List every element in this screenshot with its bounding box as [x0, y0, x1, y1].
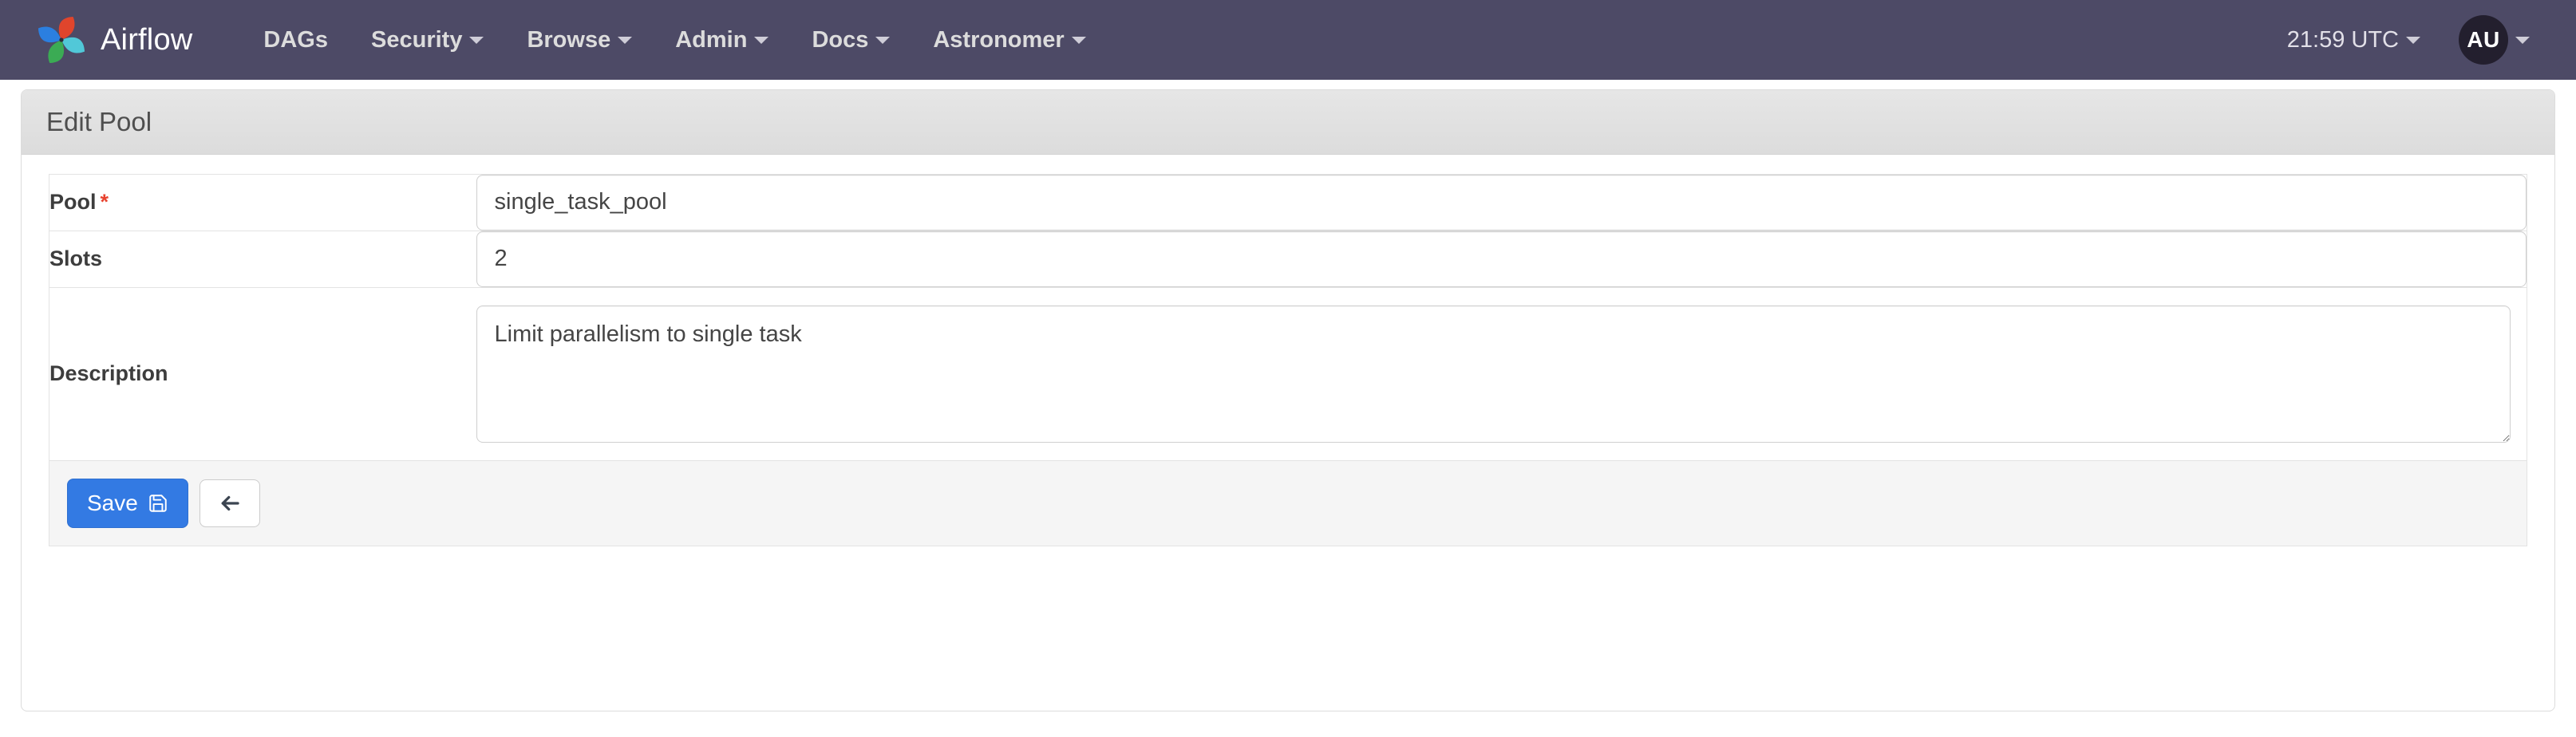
slots-field-label: Slots: [49, 246, 103, 271]
form-actions-bar: Save: [49, 460, 2527, 546]
clock-label: 21:59 UTC: [2286, 26, 2399, 53]
chevron-down-icon: [469, 36, 484, 44]
pool-input-cell: [476, 174, 2527, 231]
nav-menu: DAGs Security Browse Admin Docs Astronom…: [242, 0, 1107, 80]
nav-item-docs[interactable]: Docs: [790, 0, 911, 80]
form-row-description: Description: [49, 287, 2527, 461]
timezone-selector[interactable]: 21:59 UTC: [2271, 27, 2436, 53]
slots-input[interactable]: [476, 231, 2527, 287]
user-menu[interactable]: AU: [2436, 15, 2541, 65]
nav-item-label: Astronomer: [933, 27, 1065, 53]
description-label-cell: Description: [49, 287, 476, 460]
nav-item-browse[interactable]: Browse: [505, 0, 654, 80]
brand-home-link[interactable]: Airflow: [35, 14, 192, 66]
avatar-initials: AU: [2467, 27, 2500, 52]
nav-item-label: Security: [371, 27, 463, 53]
required-marker: *: [100, 190, 109, 215]
pool-field-label: Pool *: [49, 190, 109, 214]
floppy-save-icon: [148, 493, 168, 514]
form-row-slots: Slots: [49, 231, 2527, 288]
back-button[interactable]: [199, 479, 260, 527]
avatar: AU: [2459, 15, 2508, 65]
save-button[interactable]: Save: [67, 478, 188, 528]
nav-item-security[interactable]: Security: [350, 0, 505, 80]
chevron-down-icon: [754, 36, 769, 44]
nav-item-label: Admin: [675, 27, 748, 53]
form-row-pool: Pool *: [49, 174, 2527, 231]
navbar-right-group: 21:59 UTC AU: [2271, 15, 2541, 65]
description-input-cell: [476, 287, 2527, 460]
chevron-down-icon: [2515, 36, 2530, 44]
edit-pool-panel: Edit Pool Pool * single_task_pool Slots …: [21, 89, 2555, 711]
airflow-pinwheel-logo-icon: [35, 14, 88, 66]
description-textarea[interactable]: [476, 305, 2511, 443]
nav-item-astronomer[interactable]: Astronomer: [911, 0, 1107, 80]
nav-item-label: Docs: [812, 27, 869, 53]
panel-header: Edit Pool: [22, 90, 2554, 155]
chevron-down-icon: [1071, 36, 1086, 44]
nav-item-label: DAGs: [263, 27, 328, 53]
pool-label-text: Pool: [49, 190, 97, 215]
panel-body: Pool* Slots: [22, 155, 2554, 546]
nav-item-label: Browse: [527, 27, 611, 53]
arrow-left-icon: [218, 491, 242, 515]
page-content: Edit Pool Pool * single_task_pool Slots …: [0, 89, 2576, 711]
slots-input-cell: [476, 231, 2527, 287]
top-navbar: Airflow DAGs Security Browse Admin Docs …: [0, 0, 2576, 80]
slots-label-cell: Slots: [49, 231, 476, 287]
pool-input[interactable]: [476, 174, 2527, 231]
save-button-label: Save: [87, 490, 138, 515]
description-field-label: Description: [49, 361, 168, 386]
chevron-down-icon: [875, 36, 891, 44]
edit-pool-form: Pool* Slots: [49, 173, 2527, 461]
chevron-down-icon: [2406, 36, 2420, 44]
nav-item-dags[interactable]: DAGs: [242, 0, 350, 80]
page-title: Edit Pool: [46, 107, 152, 136]
pool-label-cell: Pool *: [49, 174, 476, 231]
brand-label: Airflow: [101, 23, 193, 57]
chevron-down-icon: [618, 36, 633, 44]
nav-item-admin[interactable]: Admin: [654, 0, 790, 80]
